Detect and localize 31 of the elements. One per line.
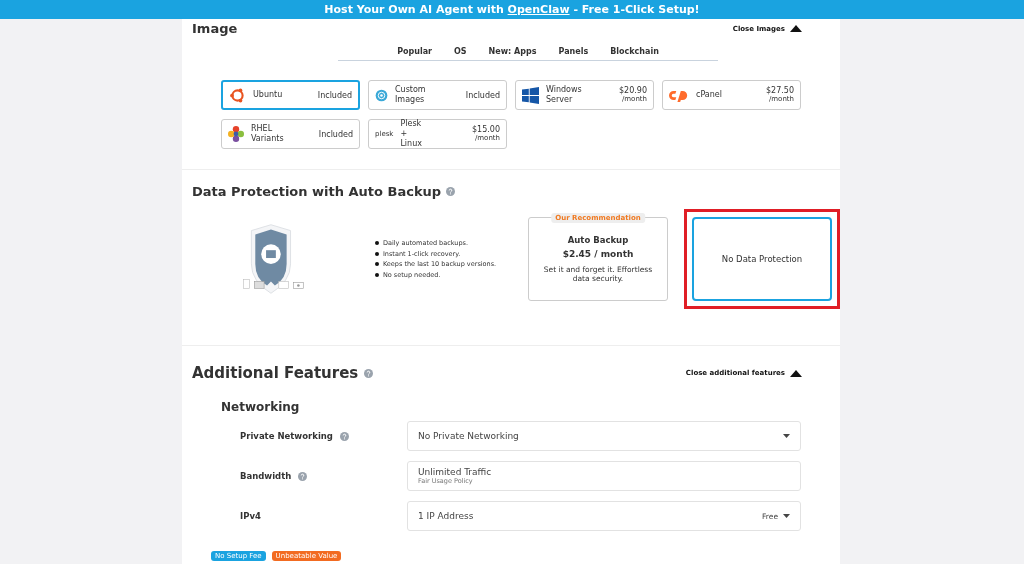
collapse-icon[interactable] [790,369,802,377]
windows-logo-icon [522,86,539,104]
caret-icon [783,514,790,518]
section-title: Data Protection with Auto Backup [192,184,455,199]
field-label: Private Networking [240,431,333,441]
help-icon[interactable] [339,431,349,441]
category-tab[interactable]: OS [448,45,473,60]
category-tab[interactable]: Panels [552,45,595,60]
backup-option[interactable]: No Data Protection [692,217,832,301]
collapse-icon[interactable] [790,25,802,32]
field-label: IPv4 [240,511,261,521]
select-field[interactable]: No Private Networking [407,421,801,451]
section-title: Image [192,21,238,36]
field-label: Bandwidth [240,471,292,481]
flower-icon [228,126,244,142]
cpanel-icon [669,88,689,102]
ubuntu-icon [229,86,246,104]
image-option[interactable]: Custom Images Included [368,80,507,110]
caret-icon [783,434,790,438]
help-icon[interactable] [298,471,308,481]
category-tab[interactable]: New: Apps [482,45,543,60]
banner-text: Host Your Own AI Agent with OpenClaw - Free 1-Click Setup! [324,3,700,16]
category-tab[interactable]: Blockchain [604,45,665,60]
help-icon[interactable] [363,369,373,378]
disc-icon [375,88,388,102]
category-tab[interactable]: Popular [391,45,439,60]
section-title: Additional Features [192,364,373,382]
image-option[interactable]: Ubuntu Included [221,80,360,110]
group-title: Networking [221,400,301,414]
help-icon[interactable] [445,187,455,196]
image-option[interactable]: RHEL Variants Included [221,119,360,149]
